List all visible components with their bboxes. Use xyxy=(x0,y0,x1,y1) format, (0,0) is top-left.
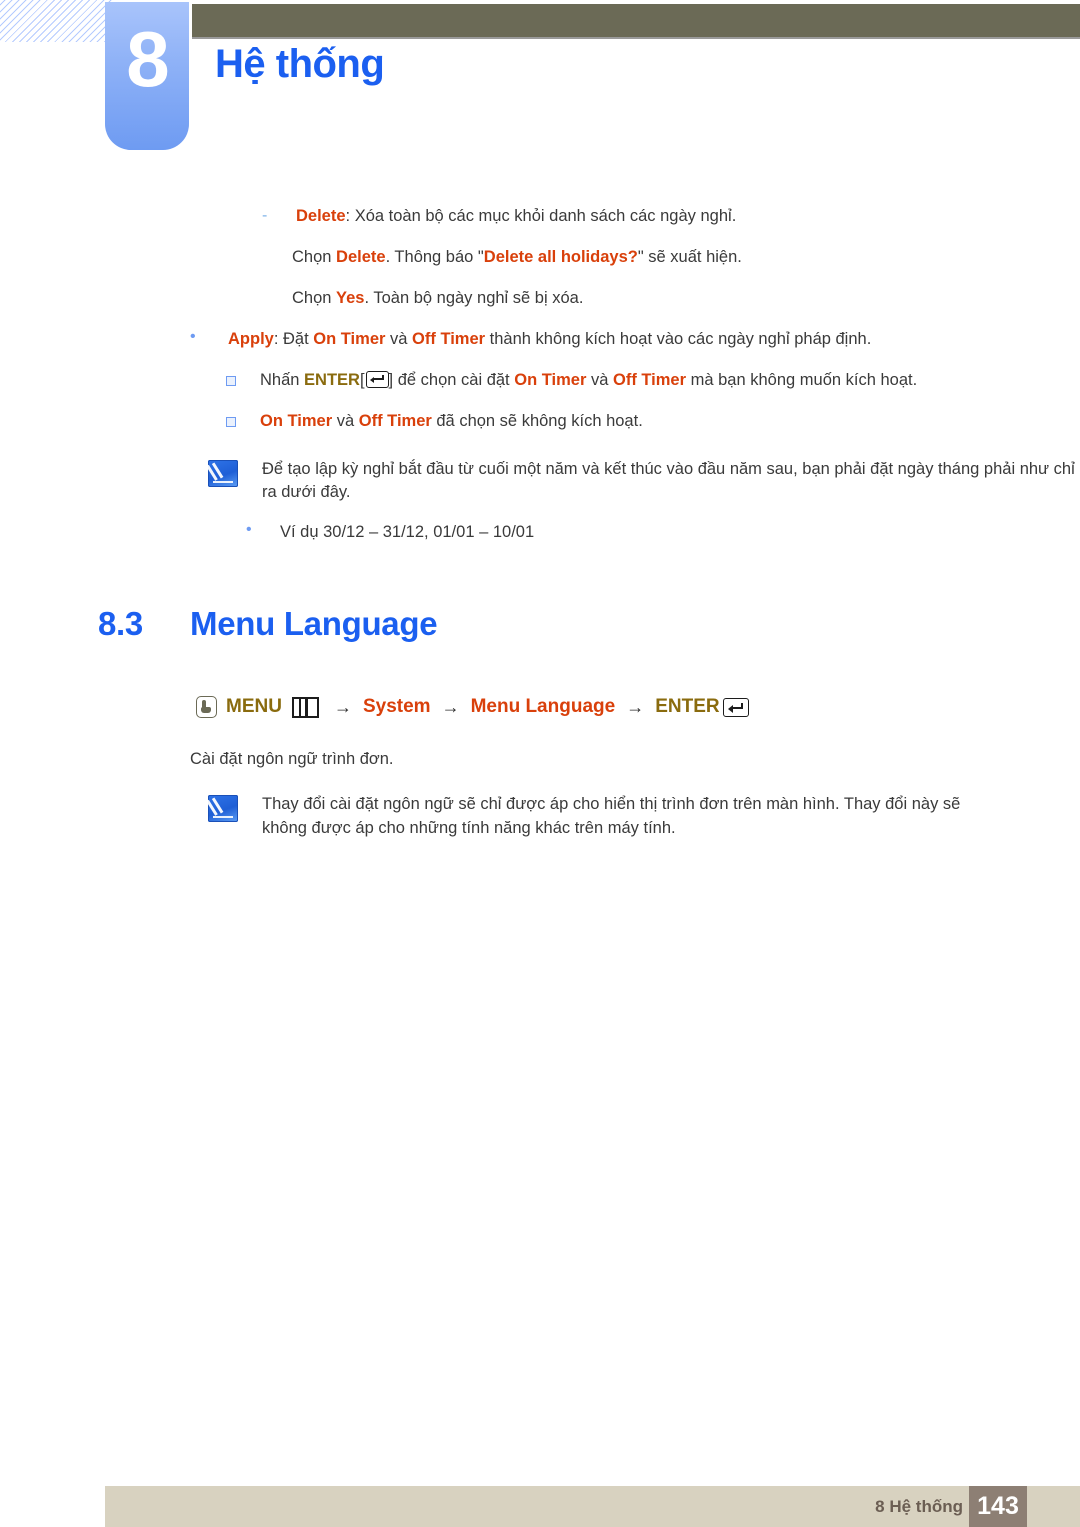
footer-chapter-label: 8 Hệ thống xyxy=(875,1497,963,1516)
list-item-text: Nhấn ENTER[] để chọn cài đặt On Timer và… xyxy=(260,370,918,389)
dash-bullet-marker: - xyxy=(262,207,268,224)
note-body: Thay đổi cài đặt ngôn ngữ sẽ chỉ được áp… xyxy=(190,793,1000,841)
breadcrumb-enter-label: ENTER xyxy=(655,696,720,717)
square-bullet-glyph xyxy=(226,416,236,427)
breadcrumb-arrow: → xyxy=(441,696,460,717)
list-item-text: Ví dụ 30/12 – 31/12, 01/01 – 10/01 xyxy=(280,523,535,542)
note-pencil-icon xyxy=(208,459,238,487)
list-item-text: On Timer và Off Timer đã chọn sẽ không k… xyxy=(260,412,643,430)
text-post: . Toàn bộ ngày nghỉ sẽ bị xóa. xyxy=(364,288,584,307)
text-pre: Chọn xyxy=(292,247,337,266)
paragraph-delete-yes: Chọn Yes. Toàn bộ ngày nghỉ sẽ bị xóa. xyxy=(292,287,1080,311)
paragraph-text: Chọn Delete. Thông báo "Delete all holid… xyxy=(292,248,742,266)
term-delete: Delete xyxy=(296,207,346,225)
section-heading: 8.3 Menu Language xyxy=(98,605,438,643)
dot-bullet-marker: • xyxy=(246,521,252,539)
section-number: 8.3 xyxy=(98,605,143,642)
breadcrumb-system: System xyxy=(362,696,431,717)
text-seg2: và xyxy=(385,329,413,348)
text-seg2: đã chọn sẽ không kích hoạt. xyxy=(431,411,643,430)
term-off-timer: Off Timer xyxy=(358,411,432,430)
delete-item-rest: : Xóa toàn bộ các mục khỏi danh sách các… xyxy=(345,207,737,225)
note-language-scope: Thay đổi cài đặt ngôn ngữ sẽ chỉ được áp… xyxy=(190,793,1000,857)
enter-key-icon xyxy=(365,370,389,388)
list-item-apply: • Apply: Đặt On Timer và Off Timer thành… xyxy=(190,328,1080,352)
term-on-timer: On Timer xyxy=(313,329,386,348)
text-seg1: và xyxy=(332,411,359,430)
text-pre: Chọn xyxy=(292,288,337,307)
square-bullet-glyph xyxy=(226,375,236,386)
enter-key-icon xyxy=(722,697,749,717)
decorative-hatch-pattern xyxy=(0,0,112,42)
dot-bullet-marker: • xyxy=(190,327,196,345)
setting-description: Cài đặt ngôn ngữ trình đơn. xyxy=(190,748,1000,772)
header-divider-line xyxy=(192,37,1080,39)
menu-grid-icon xyxy=(291,696,319,718)
term-delete-all-holidays: Delete all holidays? xyxy=(483,247,638,266)
section-title: Menu Language xyxy=(190,605,438,642)
text-seg3: thành không kích hoạt vào các ngày nghỉ … xyxy=(485,329,872,348)
list-item-enter-select: Nhấn ENTER[] để chọn cài đặt On Timer và… xyxy=(226,369,1080,393)
paragraph-text: Chọn Yes. Toàn bộ ngày nghỉ sẽ bị xóa. xyxy=(292,289,583,307)
chapter-title: Hệ thống xyxy=(215,42,385,86)
term-on-timer: On Timer xyxy=(260,411,333,430)
setting-description-text: Cài đặt ngôn ngữ trình đơn. xyxy=(190,750,394,768)
text-seg3: mà bạn không muốn kích hoạt. xyxy=(686,370,918,389)
bracket-open: [ xyxy=(359,370,365,389)
term-delete: Delete xyxy=(336,247,386,266)
content-body: - Delete: Xóa toàn bộ các mục khỏi danh … xyxy=(0,205,1080,562)
text-seg1: để chọn cài đặt xyxy=(393,370,515,389)
note-text: Để tạo lập kỳ nghỉ bắt đầu từ cuối một n… xyxy=(262,459,1075,502)
term-off-timer: Off Timer xyxy=(612,370,687,389)
paragraph-delete-confirm: Chọn Delete. Thông báo "Delete all holid… xyxy=(292,246,1080,270)
breadcrumb-arrow: → xyxy=(626,696,645,717)
chapter-number: 8 xyxy=(126,15,169,103)
list-item-delete: - Delete: Xóa toàn bộ các mục khỏi danh … xyxy=(262,205,1080,229)
term-yes: Yes xyxy=(336,288,365,307)
square-bullet-marker xyxy=(226,369,254,391)
note-holiday-range: Để tạo lập kỳ nghỉ bắt đầu từ cuối một n… xyxy=(190,458,1080,506)
key-enter-label: ENTER xyxy=(304,370,360,389)
menu-path-breadcrumb: MENU → System → Menu Language → ENTER xyxy=(196,696,749,718)
text-seg1: : Đặt xyxy=(273,329,314,348)
breadcrumb-menu-language: Menu Language xyxy=(470,696,616,717)
term-off-timer: Off Timer xyxy=(412,329,486,348)
breadcrumb-menu-label: MENU xyxy=(226,696,282,717)
header-olive-bar xyxy=(192,4,1080,37)
term-on-timer: On Timer xyxy=(514,370,587,389)
text-post: " sẽ xuất hiện. xyxy=(637,247,742,266)
text-mid: . Thông báo " xyxy=(385,247,484,266)
footer-page-number: 143 xyxy=(977,1492,1019,1520)
note-text: Thay đổi cài đặt ngôn ngữ sẽ chỉ được áp… xyxy=(262,795,961,837)
note-pencil-icon xyxy=(208,795,238,822)
hand-press-icon xyxy=(196,696,217,718)
breadcrumb-arrow: → xyxy=(333,696,352,717)
text-pre: Nhấn xyxy=(260,370,305,389)
page-footer: 8 Hệ thống 143 xyxy=(105,1486,1080,1527)
list-item-text: Apply: Đặt On Timer và Off Timer thành k… xyxy=(228,330,871,348)
text-seg2: và xyxy=(586,370,613,389)
list-item-holiday-example: • Ví dụ 30/12 – 31/12, 01/01 – 10/01 xyxy=(246,521,1080,545)
term-apply: Apply xyxy=(228,329,274,348)
page-header: 8 Hệ thống xyxy=(0,0,1080,160)
square-bullet-marker xyxy=(226,410,254,432)
list-item-timer-inactive: On Timer và Off Timer đã chọn sẽ không k… xyxy=(226,410,1080,434)
list-item-text: Delete: Xóa toàn bộ các mục khỏi danh sá… xyxy=(296,207,736,225)
